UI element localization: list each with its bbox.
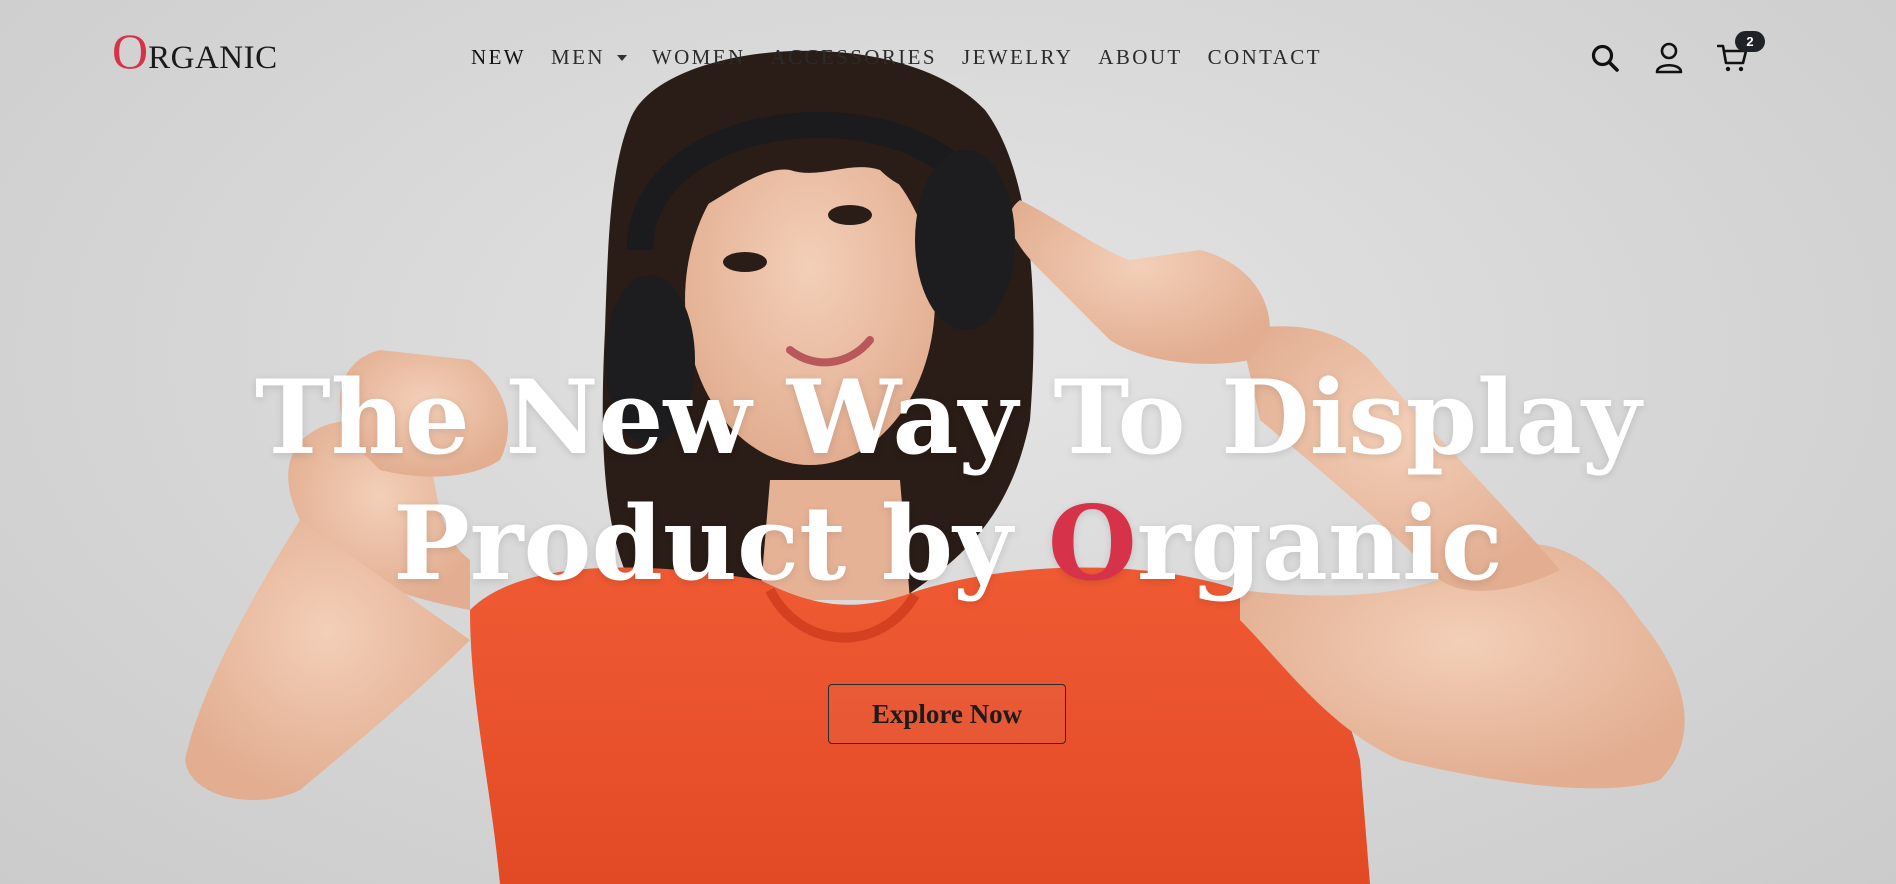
headline-brand-rest: rganic (1136, 484, 1503, 604)
hero-headline: The New Way To Display Product by Organi… (0, 355, 1896, 607)
user-icon (1655, 42, 1683, 74)
cart-button[interactable]: 2 (1714, 31, 1765, 77)
nav-item-label: ABOUT (1098, 44, 1183, 69)
nav-item-label: CONTACT (1207, 44, 1322, 69)
account-button[interactable] (1650, 39, 1688, 77)
nav-item-label: MEN (551, 44, 605, 69)
site-header: ORGANIC NEW MEN WOMEN ACCESSORIES JEWELR… (0, 0, 1896, 114)
nav-item-contact[interactable]: CONTACT (1208, 45, 1322, 70)
nav-item-label: ACCESSORIES (770, 44, 937, 69)
logo-first-letter: O (112, 23, 149, 79)
headline-brand-first-letter: O (1047, 484, 1137, 604)
header-actions: 2 (1586, 31, 1765, 78)
nav-item-jewelry[interactable]: JEWELRY (962, 45, 1073, 70)
cart-count-badge: 2 (1735, 31, 1765, 52)
nav-item-new[interactable]: NEW (471, 45, 526, 70)
nav-item-about[interactable]: ABOUT (1098, 45, 1182, 70)
headline-line-2: Product by Organic (0, 481, 1896, 607)
brand-logo[interactable]: ORGANIC (112, 26, 278, 76)
search-button[interactable] (1586, 39, 1624, 77)
logo-rest: RGANIC (148, 40, 278, 76)
explore-now-button[interactable]: Explore Now (828, 684, 1066, 744)
headline-line-1: The New Way To Display (254, 358, 1642, 478)
nav-item-men[interactable]: MEN (551, 45, 627, 70)
nav-item-label: JEWELRY (962, 44, 1074, 69)
nav-item-label: WOMEN (651, 44, 746, 69)
nav-item-label: NEW (471, 44, 527, 69)
nav-item-women[interactable]: WOMEN (652, 45, 746, 70)
headline-line-2-prefix: Product by (393, 484, 1048, 604)
hero-section: ORGANIC NEW MEN WOMEN ACCESSORIES JEWELR… (0, 0, 1896, 884)
chevron-down-icon (616, 55, 627, 61)
nav-item-accessories[interactable]: ACCESSORIES (771, 45, 937, 70)
search-icon (1591, 44, 1619, 72)
main-nav: NEW MEN WOMEN ACCESSORIES JEWELRY ABOUT … (471, 42, 1347, 72)
